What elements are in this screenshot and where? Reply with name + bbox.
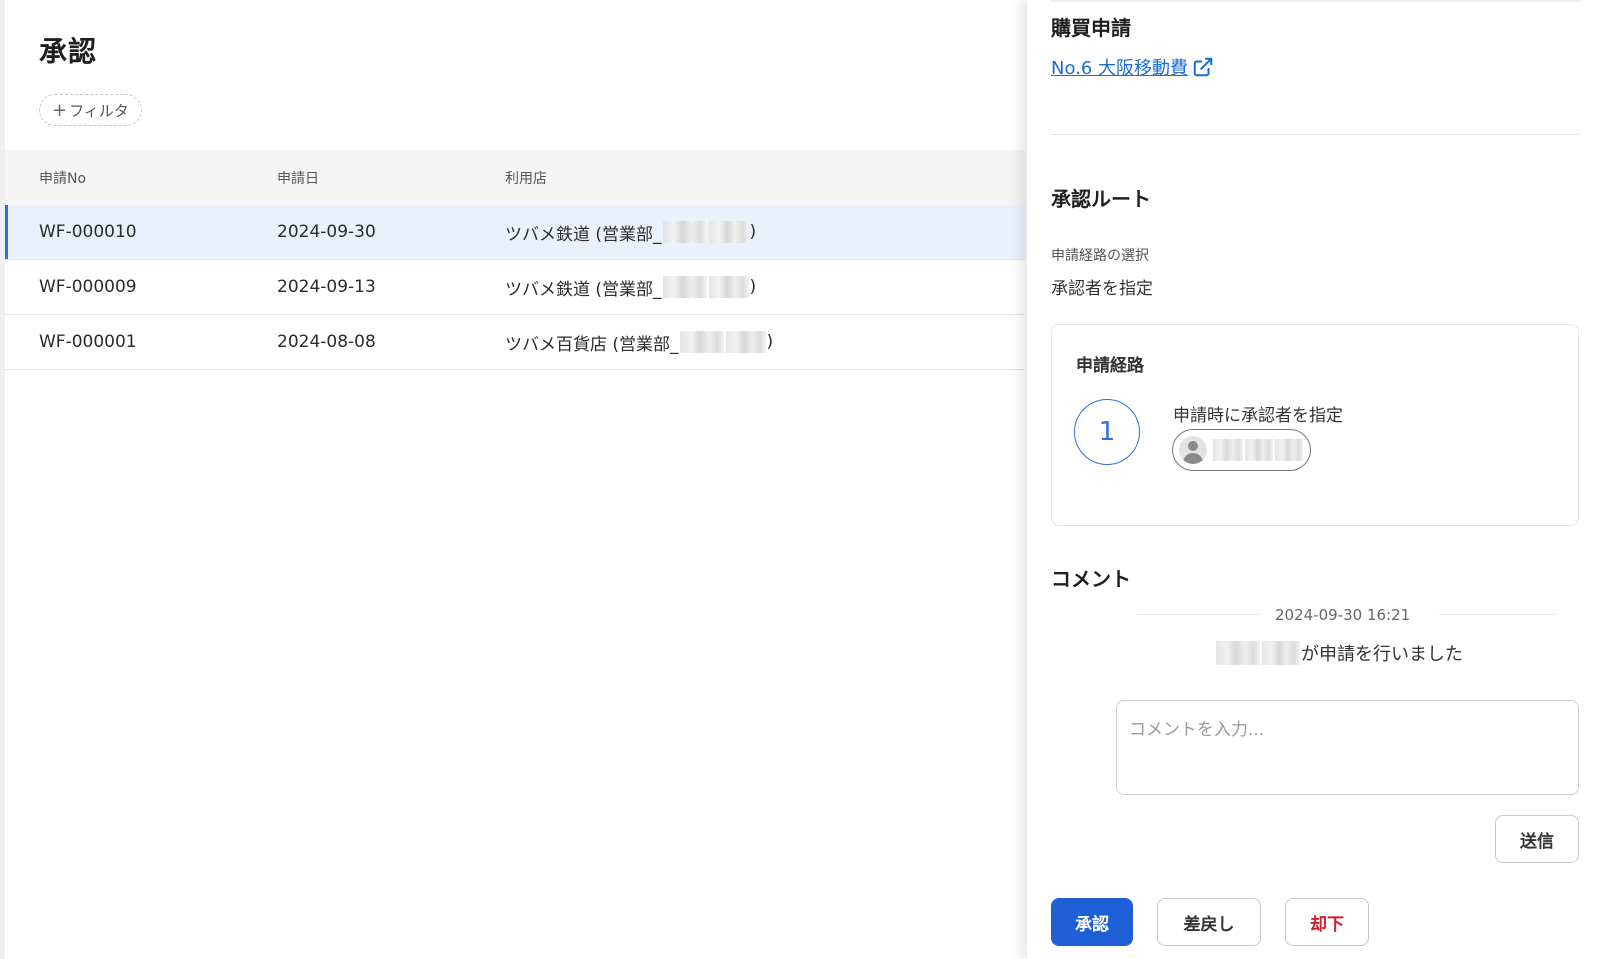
detail-panel: 購買申請 No.6 大阪移動費 承認ルート 申請経路の選択 承認者を指定 申請経… [1027, 0, 1600, 959]
comment-timestamp: 2024-09-30 16:21 [1275, 606, 1411, 624]
redacted-text [679, 331, 724, 353]
redacted-text [662, 221, 707, 243]
cell-date: 2024-09-13 [277, 277, 376, 297]
approval-table: 申請No 申請日 利用店 WF-000010 2024-09-30 ツバメ鉄道 … [5, 150, 1025, 370]
redacted-text [1245, 439, 1273, 461]
comment-message-text: が申請を行いました [1301, 644, 1463, 665]
cell-no: WF-000010 [39, 222, 137, 242]
route-select-label: 申請経路の選択 [1051, 248, 1149, 264]
redacted-text [662, 276, 707, 298]
cell-store: ツバメ百貨店 (営業部_ ) [505, 330, 773, 355]
avatar-icon [1179, 436, 1207, 464]
approval-route-title: 承認ルート [1051, 187, 1151, 211]
purchase-request-link[interactable]: No.6 大阪移動費 [1051, 54, 1214, 80]
column-header-store: 利用店 [505, 170, 547, 187]
approve-button[interactable]: 承認 [1051, 898, 1133, 946]
cell-date: 2024-09-30 [277, 222, 376, 242]
redacted-text [1213, 439, 1243, 461]
redacted-text [1275, 439, 1303, 461]
redacted-text [1262, 641, 1300, 665]
return-button[interactable]: 差戻し [1157, 898, 1261, 946]
table-row[interactable]: WF-000010 2024-09-30 ツバメ鉄道 (営業部_ ) [5, 205, 1025, 260]
route-select-value: 承認者を指定 [1051, 279, 1153, 299]
reject-button[interactable]: 却下 [1285, 898, 1369, 946]
table-row[interactable]: WF-000001 2024-08-08 ツバメ百貨店 (営業部_ ) [5, 315, 1025, 370]
store-name: ツバメ鉄道 (営業部_ [505, 224, 662, 245]
comment-input[interactable] [1116, 700, 1579, 795]
approver-chip[interactable] [1172, 429, 1311, 471]
cell-no: WF-000009 [39, 277, 137, 297]
cell-store: ツバメ鉄道 (営業部_ ) [505, 275, 756, 300]
column-header-no: 申請No [39, 170, 87, 187]
store-suffix: ) [749, 277, 757, 297]
section-divider [1051, 134, 1580, 135]
approval-list-area: 承認 + フィルタ 申請No 申請日 利用店 WF-000010 2024-09… [5, 0, 1025, 959]
route-card-title: 申請経路 [1076, 356, 1144, 376]
panel-top-divider [1051, 0, 1580, 2]
timestamp-divider-right [1439, 614, 1557, 615]
store-suffix: ) [766, 332, 774, 352]
external-link-icon [1193, 57, 1213, 77]
store-name: ツバメ鉄道 (営業部_ [505, 279, 662, 300]
table-header: 申請No 申請日 利用店 [5, 150, 1025, 205]
cell-store: ツバメ鉄道 (営業部_ ) [505, 220, 756, 245]
purchase-request-link-text: No.6 大阪移動費 [1051, 58, 1189, 79]
page-title: 承認 [39, 35, 98, 68]
step-label: 申請時に承認者を指定 [1173, 406, 1343, 426]
send-button[interactable]: 送信 [1495, 815, 1579, 863]
redacted-text [1216, 641, 1260, 665]
add-filter-button[interactable]: + フィルタ [39, 94, 142, 126]
cell-no: WF-000001 [39, 332, 137, 352]
redacted-text [725, 331, 766, 353]
filter-label: フィルタ [69, 101, 129, 120]
cell-date: 2024-08-08 [277, 332, 376, 352]
route-card: 申請経路 1 申請時に承認者を指定 [1051, 324, 1579, 526]
step-number: 1 [1074, 399, 1140, 465]
redacted-text [708, 221, 749, 243]
column-header-date: 申請日 [277, 170, 319, 187]
store-suffix: ) [749, 222, 757, 242]
redacted-text [708, 276, 749, 298]
comment-title: コメント [1051, 567, 1131, 591]
purchase-request-title: 購買申請 [1051, 16, 1131, 40]
plus-icon: + [52, 99, 68, 121]
comment-message: が申請を行いました [1215, 640, 1463, 666]
table-row[interactable]: WF-000009 2024-09-13 ツバメ鉄道 (営業部_ ) [5, 260, 1025, 315]
store-name: ツバメ百貨店 (営業部_ [505, 334, 679, 355]
timestamp-divider-left [1137, 614, 1261, 615]
